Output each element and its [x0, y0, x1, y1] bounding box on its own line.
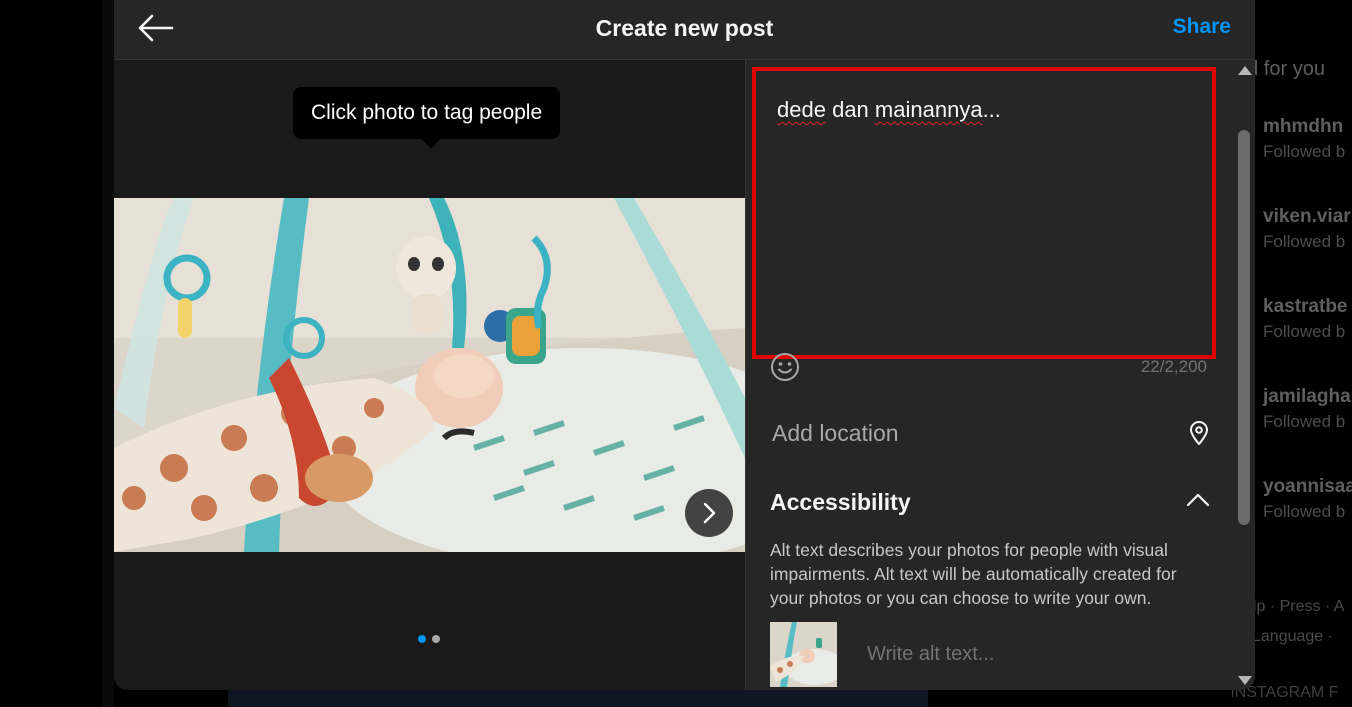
carousel-dots [418, 635, 440, 643]
alt-text-input[interactable] [867, 643, 1187, 666]
caption-text[interactable]: dede dan mainannya... [777, 97, 1001, 123]
modal-header: Create new post Share [114, 0, 1255, 60]
map-pin-icon [1190, 421, 1208, 445]
scroll-up-arrow[interactable] [1238, 66, 1252, 75]
panel-scrollbar[interactable] [1235, 60, 1255, 690]
modal-title: Create new post [595, 15, 774, 41]
add-location-row[interactable]: Add location [746, 406, 1236, 460]
alt-text-thumbnail [770, 622, 837, 687]
create-post-modal: Create new post Share Click photo to tag… [114, 0, 1255, 690]
caption-word-misspelled: mainannya [874, 97, 983, 122]
caption-ellipsis: ... [982, 97, 1001, 122]
accessibility-description: Alt text describes your photos for peopl… [770, 540, 1177, 608]
thumbnail-image [770, 622, 837, 687]
add-location-label: Add location [772, 420, 899, 446]
suggested-user-sub: Followed b [1263, 322, 1346, 341]
footer-language: Language · [1252, 628, 1333, 645]
suggested-user: viken.viar Followed b [1263, 206, 1351, 252]
tag-people-tooltip: Click photo to tag people [293, 87, 561, 139]
next-photo-button[interactable] [685, 489, 733, 537]
background-strip [102, 0, 114, 707]
smiley-icon[interactable] [770, 352, 800, 382]
baby-play-gym-photo [114, 198, 745, 552]
suggested-user-name: viken.viar [1263, 206, 1351, 227]
carousel-dot-active [418, 635, 426, 643]
suggested-user: kastratbe Followed b [1263, 296, 1348, 342]
chevron-up-icon [1186, 493, 1210, 507]
suggested-user-name: jamilagha [1263, 386, 1351, 407]
accessibility-label: Accessibility [770, 489, 911, 515]
post-details-panel: dede dan mainannya... 22/2,200 Add locat… [745, 60, 1235, 690]
footer-links: elp · Press · A [1244, 598, 1345, 615]
media-preview: Click photo to tag people [114, 60, 745, 690]
suggested-user-name: yoannisaa [1263, 476, 1352, 497]
caption-word: dan [832, 97, 869, 122]
caption-input[interactable]: dede dan mainannya... [752, 67, 1216, 359]
share-button[interactable]: Share [1173, 15, 1231, 39]
background-feed-edge [228, 690, 928, 707]
suggested-user-sub: Followed b [1263, 232, 1346, 251]
suggested-user: yoannisaa Followed b [1263, 476, 1352, 522]
character-count: 22/2,200 [1140, 357, 1207, 376]
suggested-user: jamilagha Followed b [1263, 386, 1351, 432]
suggested-user-sub: Followed b [1263, 502, 1346, 521]
scroll-down-arrow[interactable] [1238, 676, 1252, 685]
suggested-user: mhmdhn Followed b [1263, 116, 1345, 162]
caption-word-misspelled: dede [777, 97, 826, 122]
suggested-user-name: mhmdhn [1263, 116, 1344, 137]
scrollbar-thumb[interactable] [1238, 130, 1250, 525]
tooltip-arrow [422, 139, 440, 149]
suggested-user-sub: Followed b [1263, 412, 1346, 431]
post-photo[interactable] [114, 198, 745, 552]
chevron-right-icon [703, 502, 716, 524]
carousel-dot [432, 635, 440, 643]
suggested-user-sub: Followed b [1263, 142, 1346, 161]
suggested-user-name: kastratbe [1263, 296, 1348, 317]
accessibility-toggle[interactable]: Accessibility [746, 478, 1236, 528]
